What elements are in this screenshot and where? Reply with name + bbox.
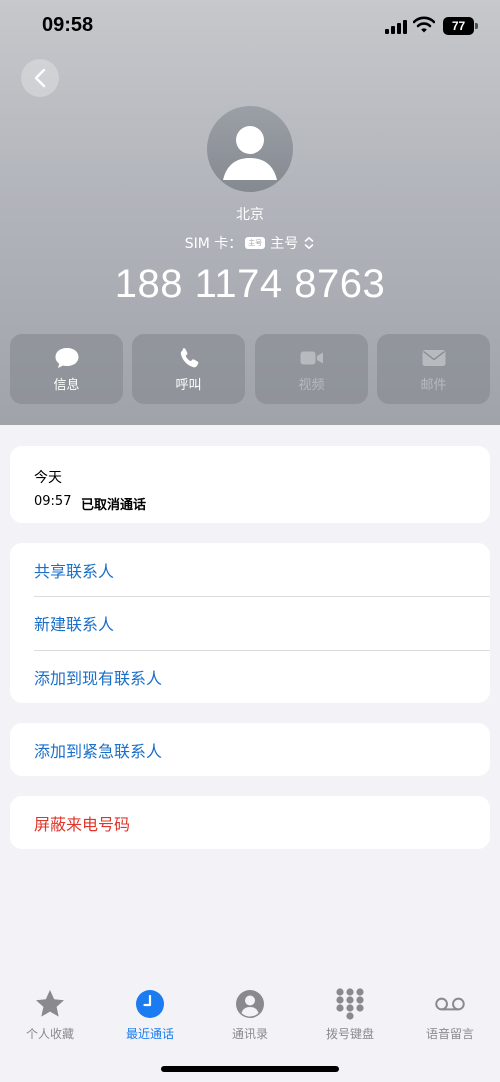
sim-label: SIM 卡： [184,236,243,252]
video-camera-icon [300,351,323,364]
tab-recents-label: 最近通话 [125,1027,174,1041]
voicemail-icon [435,997,465,1011]
caller-location: 北京 [236,207,264,223]
message-button[interactable]: 信息 [10,334,123,404]
tab-favorites-label: 个人收藏 [25,1027,74,1041]
sim-selector[interactable]: SIM 卡： 主号 主号 [0,233,500,253]
tab-contacts[interactable]: 通讯录 [200,988,300,1042]
mail-label: 邮件 [420,377,447,393]
tab-favorites[interactable]: 个人收藏 [0,988,100,1042]
add-emergency-contact-button[interactable]: 添加到紧急联系人 [10,723,490,776]
chevron-up-down-icon [304,237,314,249]
add-to-existing-contact-button[interactable]: 添加到现有联系人 [10,650,490,703]
recent-call-day: 今天 [34,470,62,486]
keypad-icon [336,988,364,1020]
block-caller-card: 屏蔽来电号码 [10,796,490,849]
mail-button: 邮件 [377,334,490,404]
tab-recents[interactable]: 最近通话 [100,988,200,1042]
emergency-contact-card: 添加到紧急联系人 [10,723,490,776]
person-circle-icon [236,990,264,1018]
tab-keypad[interactable]: 拨号键盘 [300,988,400,1042]
person-silhouette-icon [223,126,277,180]
new-contact-button[interactable]: 新建联系人 [10,596,490,649]
status-time: 09:58 [42,14,94,36]
call-label: 呼叫 [175,377,202,393]
tab-voicemail[interactable]: 语音留言 [400,988,500,1042]
message-bubble-icon [55,347,78,368]
phone-number: 188 1174 8763 [114,262,386,306]
back-button[interactable] [21,59,59,97]
share-contact-button[interactable]: 共享联系人 [10,543,490,596]
phone-icon [180,347,198,367]
clock-icon [136,990,164,1018]
video-label: 视频 [298,377,325,393]
recent-call-card: 今天 09:57 已取消通话 [10,446,490,523]
wifi-icon [413,16,435,33]
message-label: 信息 [53,377,80,393]
envelope-icon [422,349,445,366]
sim-name: 主号 [270,236,299,252]
avatar [207,106,293,192]
tab-contacts-label: 通讯录 [231,1027,268,1041]
sim-badge: 主号 [245,237,266,249]
recent-call-time: 09:57 [34,494,72,509]
status-bar: 09:58 77 [0,0,500,54]
block-caller-button[interactable]: 屏蔽来电号码 [10,796,490,849]
cellular-signal-icon [385,20,407,34]
tab-keypad-label: 拨号键盘 [325,1027,374,1041]
call-button[interactable]: 呼叫 [132,334,245,404]
star-icon [36,990,64,1017]
battery-tip [475,23,478,29]
recent-call-status: 已取消通话 [81,498,147,513]
chevron-left-icon [34,68,46,88]
tab-voicemail-label: 语音留言 [425,1027,474,1041]
video-button: 视频 [255,334,368,404]
contact-header: 09:58 77 北京 SIM 卡： 主号 主号 188 1174 8763 信… [0,0,500,425]
battery-indicator: 77 [443,17,474,35]
contact-actions-card: 共享联系人 新建联系人 添加到现有联系人 [10,543,490,703]
home-indicator [161,1066,339,1072]
